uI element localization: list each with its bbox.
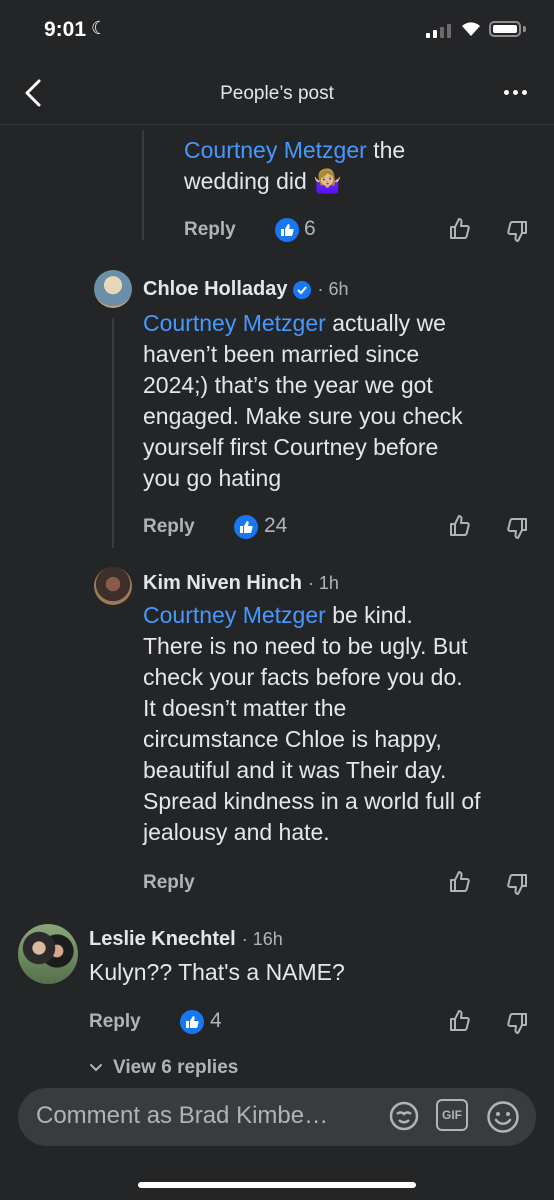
comment-text: Courtney Metzger be kind. There is no ne… [143,602,481,845]
thumbs-up-icon[interactable] [448,870,472,899]
thread-line [112,318,114,548]
comment-author[interactable]: Chloe Holladay [143,278,287,301]
comment-author[interactable]: Leslie Knechtel [89,928,236,951]
comment-author[interactable]: Kim Niven Hinch [143,572,302,595]
header-divider [0,124,554,125]
comment-time: · 16h [241,929,283,949]
comment-time: · 1h [307,573,339,593]
reply-button[interactable]: Reply [143,516,195,538]
emoji-icon[interactable] [486,1100,520,1139]
comment-time: · 6h [317,279,349,299]
moon-icon: ☾ [91,18,108,38]
home-indicator [138,1182,416,1188]
mention-link[interactable]: Courtney Metzger [143,310,326,336]
comment-input[interactable]: Comment as Brad Kimbe… [36,1102,376,1130]
battery-icon [489,21,521,37]
reply-button[interactable]: Reply [184,219,236,241]
wifi-icon [460,20,482,42]
thumbs-up-icon[interactable] [448,514,472,543]
avatar[interactable] [94,567,132,605]
avatar-sticker-icon[interactable] [388,1100,420,1137]
comment-text: Courtney Metzger actually we haven’t bee… [143,310,463,491]
view-replies-label: View 6 replies [113,1057,239,1078]
like-badge-icon [234,515,258,539]
thumbs-up-icon[interactable] [448,1009,472,1038]
more-options-icon[interactable] [504,90,527,95]
thread-line [142,130,144,240]
view-replies-link[interactable]: View 6 replies [89,1057,238,1079]
cellular-signal-icon [426,24,451,38]
like-badge-icon [180,1010,204,1034]
thumbs-up-icon[interactable] [448,217,472,246]
avatar[interactable] [18,924,78,984]
mention-link[interactable]: Courtney Metzger [143,602,326,628]
thumbs-down-icon[interactable] [505,219,529,248]
page-title: People’s post [220,83,334,104]
thumbs-down-icon[interactable] [505,872,529,901]
like-count: 4 [210,1009,222,1032]
verified-badge-icon [293,280,312,299]
gif-icon[interactable]: GIF [436,1099,468,1131]
comment-text: Courtney Metzger the wedding did 🤷🏼‍♀️ [184,137,406,194]
chevron-down-icon [90,1064,102,1072]
reply-button[interactable]: Reply [89,1011,141,1033]
thumbs-down-icon[interactable] [505,516,529,545]
like-count: 24 [264,514,288,537]
status-time: 9:01 [44,18,87,41]
thumbs-down-icon[interactable] [505,1011,529,1040]
avatar[interactable] [94,270,132,308]
gif-label: GIF [442,1108,462,1122]
mention-link[interactable]: Courtney Metzger [184,137,367,163]
reply-button[interactable]: Reply [143,872,195,894]
battery-cap [523,26,526,32]
comment-text: Kulyn?? That's a NAME? [89,959,345,985]
like-count: 6 [304,217,316,240]
like-badge-icon [275,218,299,242]
